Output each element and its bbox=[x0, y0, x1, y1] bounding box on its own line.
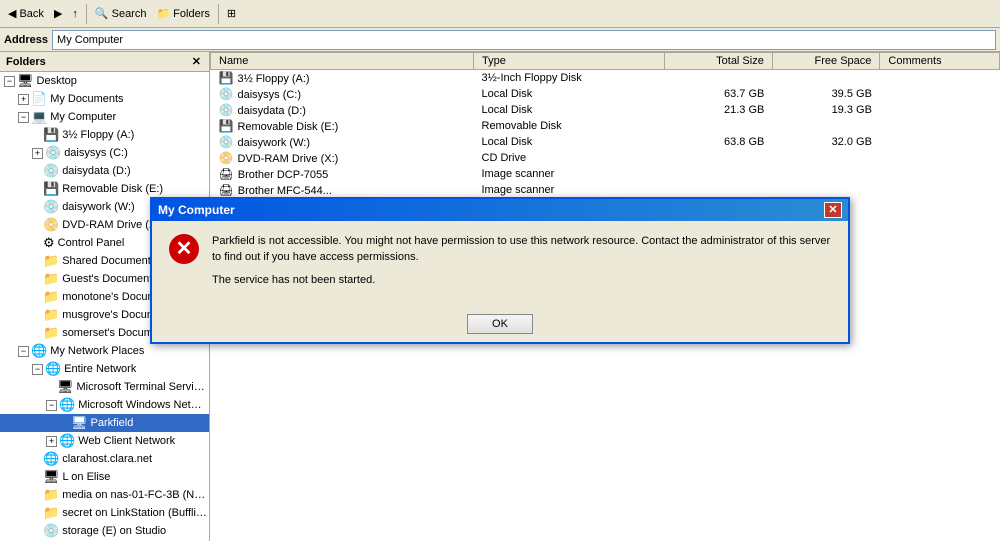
dialog-message-line1: Parkfield is not accessible. You might n… bbox=[212, 233, 832, 266]
dialog-titlebar: My Computer ✕ bbox=[152, 199, 848, 221]
dialog-footer: OK bbox=[152, 306, 848, 342]
dialog-message-line2: The service has not been started. bbox=[212, 272, 832, 289]
dialog-close-button[interactable]: ✕ bbox=[824, 202, 842, 218]
dialog-text: Parkfield is not accessible. You might n… bbox=[212, 233, 832, 295]
dialog-overlay: My Computer ✕ ✕ Parkfield is not accessi… bbox=[0, 0, 1000, 541]
dialog-title: My Computer bbox=[158, 203, 235, 217]
dialog-ok-button[interactable]: OK bbox=[467, 314, 533, 334]
dialog-body: ✕ Parkfield is not accessible. You might… bbox=[152, 221, 848, 307]
svg-text:✕: ✕ bbox=[176, 238, 193, 260]
error-dialog: My Computer ✕ ✕ Parkfield is not accessi… bbox=[150, 197, 850, 345]
error-icon: ✕ bbox=[168, 233, 200, 265]
